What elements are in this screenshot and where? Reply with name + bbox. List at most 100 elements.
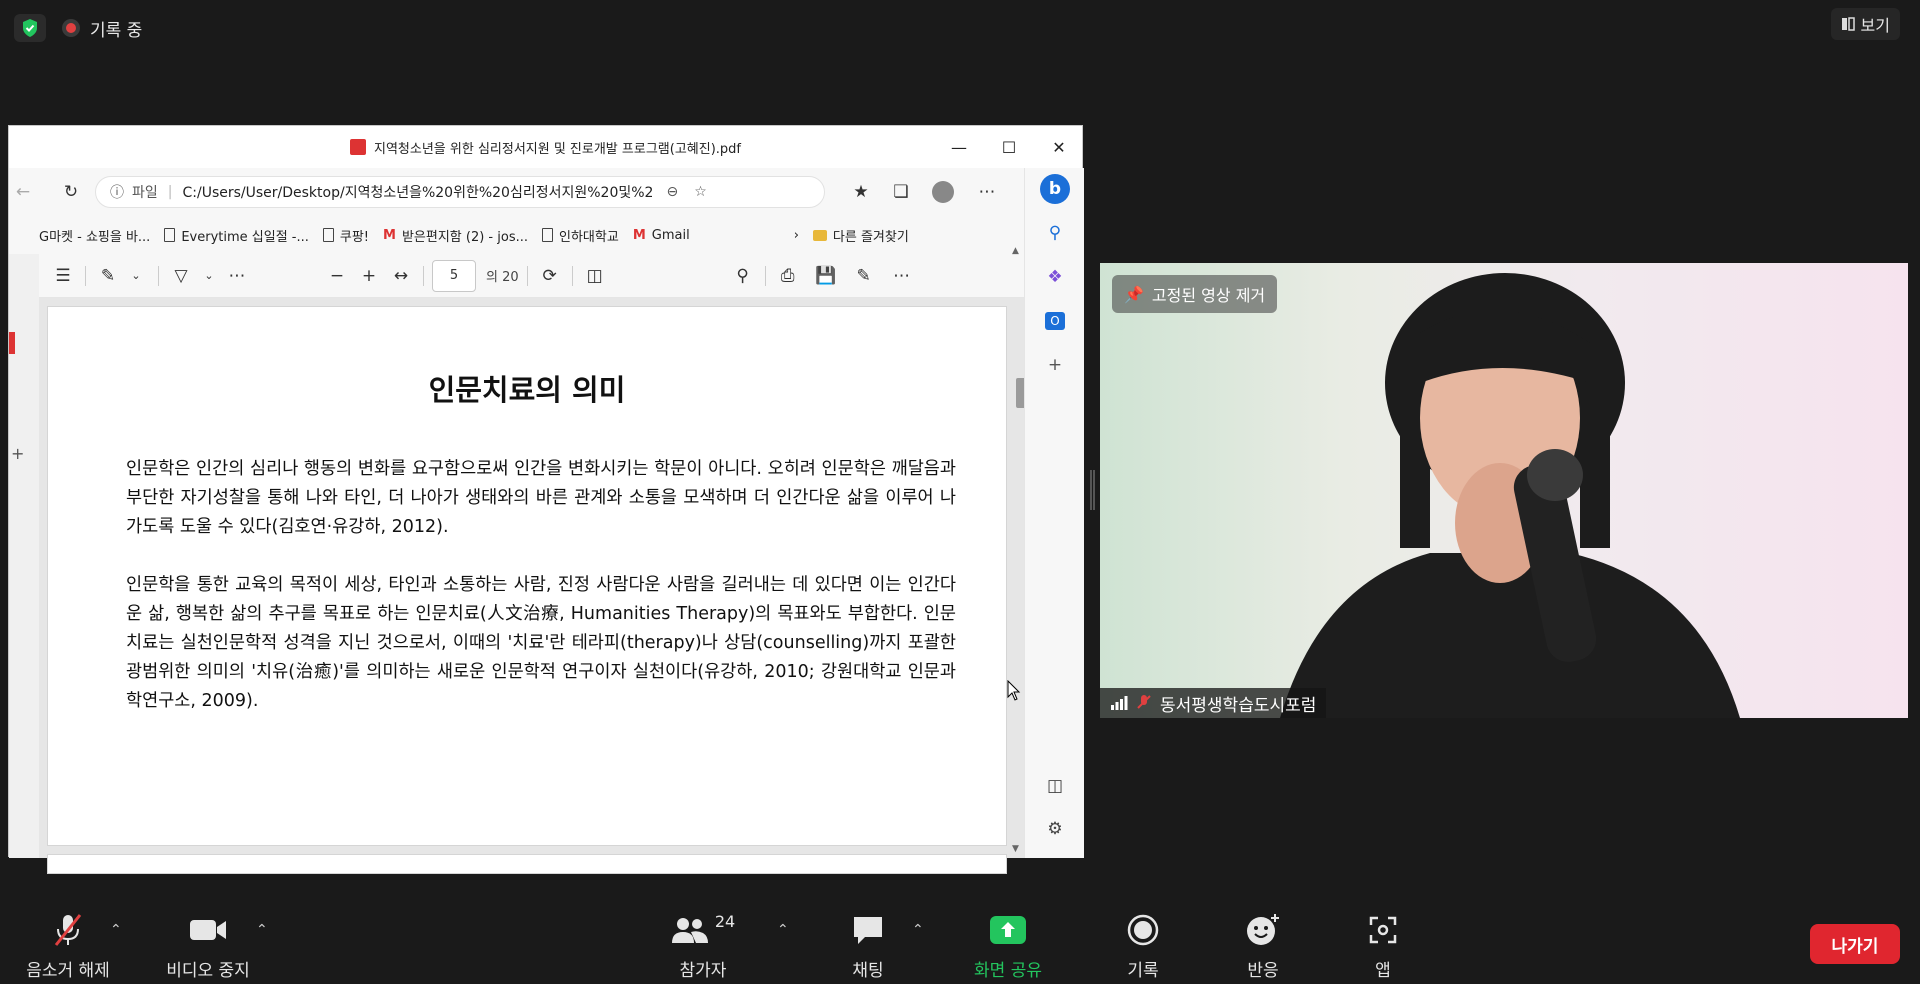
signal-strength-icon bbox=[1111, 696, 1128, 710]
back-arrow-icon[interactable]: ← bbox=[9, 178, 37, 206]
sidebar-settings-gear-icon[interactable]: ⚙ bbox=[1040, 814, 1070, 844]
rotate-icon[interactable]: ⟳ bbox=[536, 262, 564, 290]
address-bar[interactable]: ⓘ 파일 | C:/Users/User/Desktop/지역청소년을%20위한… bbox=[95, 176, 825, 208]
chevron-down-icon[interactable]: ⌄ bbox=[195, 262, 223, 290]
pdf-toolbar: ☰ ✎ ⌄ ▽ ⌄ ⋯ − + ↔ 5 의 20 ⟳ ◫ ⚲ ⎙ 💾 ✎ ⋯ bbox=[39, 254, 1024, 298]
video-camera-icon bbox=[189, 912, 227, 948]
bookmark-item[interactable]: 인하대학교 bbox=[542, 226, 619, 245]
meeting-controls-bar: 음소거 해제 ⌃ 비디오 중지 ⌃ 24 참가자 ⌃ 채팅 ⌃ 화면 공유 기록 bbox=[0, 900, 1920, 984]
pin-icon: 📌 bbox=[1124, 284, 1144, 304]
collections-icon[interactable]: ❏ bbox=[887, 178, 915, 206]
print-icon[interactable]: ⎙ bbox=[774, 262, 802, 290]
bookmark-item[interactable]: G마켓 - 쇼핑을 바... bbox=[39, 226, 150, 245]
new-tab-icon[interactable]: + bbox=[11, 444, 24, 463]
leave-meeting-button[interactable]: 나가기 bbox=[1810, 924, 1900, 964]
tools-sidebar-icon[interactable]: ❖ bbox=[1040, 262, 1070, 292]
other-favorites[interactable]: 다른 즐겨찾기 bbox=[812, 226, 909, 245]
share-screen-icon bbox=[990, 912, 1026, 948]
bookmark-label: 받은편지함 (2) - jos... bbox=[401, 229, 528, 245]
mouse-cursor-icon bbox=[1007, 679, 1021, 706]
page-icon bbox=[164, 228, 176, 242]
bookmark-item[interactable]: 쿠팡! bbox=[322, 226, 370, 245]
maximize-button[interactable]: ☐ bbox=[984, 126, 1034, 168]
profile-avatar[interactable] bbox=[929, 178, 957, 206]
page-view-icon[interactable]: ◫ bbox=[581, 262, 609, 290]
close-window-button[interactable]: ✕ bbox=[1034, 126, 1084, 168]
fit-width-icon[interactable]: ↔ bbox=[387, 262, 415, 290]
participants-chevron-up-icon[interactable]: ⌃ bbox=[777, 922, 789, 938]
view-button[interactable]: 보기 bbox=[1830, 8, 1900, 40]
zoom-out-button[interactable]: − bbox=[323, 262, 351, 290]
search-sidebar-icon[interactable]: ⚲ bbox=[1040, 218, 1070, 248]
hide-sidebar-icon[interactable]: ◫ bbox=[1040, 771, 1070, 801]
scroll-up-arrow-icon[interactable]: ▲ bbox=[1012, 246, 1019, 256]
add-sidebar-app-icon[interactable]: + bbox=[1040, 350, 1070, 380]
reactions-button[interactable]: 반응 bbox=[1203, 912, 1323, 981]
shared-browser-window: 지역청소년을 위한 심리정서지원 및 진로개발 프로그램(고혜진).pdf — … bbox=[8, 125, 1084, 874]
contents-list-icon[interactable]: ☰ bbox=[49, 262, 77, 290]
bookmark-item[interactable]: M Gmail bbox=[633, 228, 690, 243]
pinned-video-tile[interactable]: 📌 고정된 영상 제거 동서평생학습도시포럼 bbox=[1100, 263, 1908, 718]
bookmark-item[interactable]: M 받은편지함 (2) - jos... bbox=[383, 226, 528, 245]
browser-address-row: ← ↻ ⓘ 파일 | C:/Users/User/Desktop/지역청소년을%… bbox=[9, 168, 1082, 216]
search-icon[interactable]: ⚲ bbox=[729, 262, 757, 290]
unpin-video-button[interactable]: 📌 고정된 영상 제거 bbox=[1112, 275, 1278, 313]
stop-video-button[interactable]: 비디오 중지 bbox=[148, 912, 268, 981]
apps-label: 앱 bbox=[1375, 961, 1391, 981]
splitter-handle[interactable] bbox=[1090, 470, 1095, 510]
more-menu-icon[interactable]: ⋯ bbox=[973, 178, 1001, 206]
participants-button[interactable]: 24 참가자 bbox=[643, 912, 763, 981]
edge-sidebar: b ⚲ ❖ O + ◫ ⚙ bbox=[1024, 168, 1084, 858]
chat-button[interactable]: 채팅 bbox=[808, 912, 928, 981]
bookmark-label: Everytime 십일절 -... bbox=[181, 229, 309, 245]
apps-button[interactable]: 앱 bbox=[1323, 912, 1443, 981]
toolbar-separator bbox=[764, 265, 766, 286]
recording-dot-icon bbox=[62, 19, 80, 37]
bookmark-item[interactable]: Everytime 십일절 -... bbox=[164, 226, 309, 245]
draw-icon[interactable]: ▽ bbox=[167, 262, 195, 290]
participants-icon: 24 bbox=[671, 912, 735, 948]
favorites-icon[interactable]: ★ bbox=[847, 178, 875, 206]
chevron-down-icon[interactable]: ⌄ bbox=[122, 262, 150, 290]
minimize-button[interactable]: — bbox=[934, 126, 984, 168]
scroll-down-arrow-icon[interactable]: ▼ bbox=[1012, 844, 1019, 854]
meeting-top-bar: 기록 중 보기 bbox=[0, 0, 1920, 56]
record-button[interactable]: 기록 bbox=[1083, 912, 1203, 981]
address-url: C:/Users/User/Desktop/지역청소년을%20위한%20심리정서… bbox=[182, 185, 653, 201]
security-shield-icon[interactable] bbox=[14, 14, 46, 42]
bing-copilot-icon[interactable]: b bbox=[1040, 174, 1070, 204]
page-total-label: 의 20 bbox=[486, 270, 519, 285]
participants-count: 24 bbox=[714, 912, 736, 931]
bookmark-label: 쿠팡! bbox=[339, 229, 370, 245]
save-icon[interactable]: 💾 bbox=[812, 262, 840, 290]
video-options-chevron-up-icon[interactable]: ⌃ bbox=[256, 922, 268, 938]
active-tab-pdf-icon[interactable] bbox=[9, 332, 15, 354]
pdf-page-title: 인문치료의 의미 bbox=[428, 373, 626, 407]
bookmarks-overflow-icon[interactable]: › bbox=[794, 228, 799, 243]
chat-chevron-up-icon[interactable]: ⌃ bbox=[912, 922, 924, 938]
participant-name-tag: 동서평생학습도시포럼 bbox=[1100, 688, 1327, 718]
speaker-video-frame bbox=[1280, 273, 1740, 718]
zoom-in-button[interactable]: + bbox=[355, 262, 383, 290]
refresh-button[interactable]: ↻ bbox=[57, 178, 85, 206]
pdf-paragraph-1: 인문학은 인간의 심리나 행동의 변화를 요구함으로써 인간을 변화시키는 학문… bbox=[126, 459, 956, 537]
favorite-star-icon[interactable]: ☆ bbox=[694, 184, 707, 200]
more-tools-icon[interactable]: ⋯ bbox=[223, 262, 251, 290]
save-as-icon[interactable]: ✎ bbox=[850, 262, 878, 290]
share-screen-button[interactable]: 화면 공유 bbox=[948, 912, 1068, 981]
outlook-icon[interactable]: O bbox=[1040, 306, 1070, 336]
audio-options-chevron-up-icon[interactable]: ⌃ bbox=[110, 922, 122, 938]
page-number-input[interactable]: 5 bbox=[432, 259, 476, 292]
recording-indicator[interactable]: 기록 중 bbox=[62, 14, 142, 42]
recording-label: 기록 중 bbox=[90, 20, 143, 41]
page-icon bbox=[542, 228, 553, 242]
highlight-icon[interactable]: ✎ bbox=[94, 262, 122, 290]
pdf-more-icon[interactable]: ⋯ bbox=[888, 262, 916, 290]
chat-label: 채팅 bbox=[852, 961, 884, 981]
bookmark-label: G마켓 - 쇼핑을 바... bbox=[39, 229, 151, 245]
chat-bubble-icon bbox=[851, 912, 885, 948]
share-screen-label: 화면 공유 bbox=[974, 961, 1042, 981]
muted-microphone-icon bbox=[52, 912, 84, 948]
zoom-out-icon[interactable]: ⊖ bbox=[666, 184, 678, 200]
pdf-viewport[interactable]: 인문치료의 의미 인문학은 인간의 심리나 행동의 변화를 요구함으로써 인간을… bbox=[39, 298, 1024, 874]
